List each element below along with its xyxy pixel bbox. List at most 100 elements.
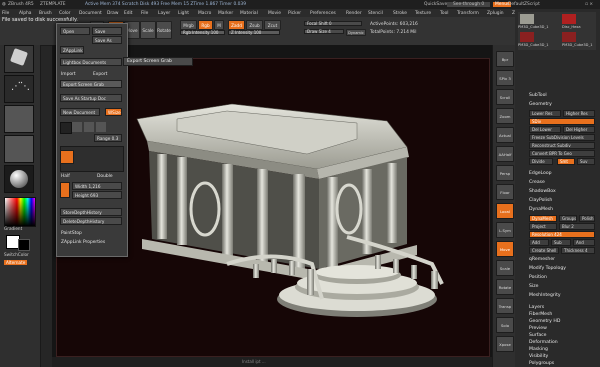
wsize-button[interactable]: WSize <box>105 108 122 116</box>
save-startup-doc-button[interactable]: Save As Startup Doc <box>60 94 122 102</box>
zapplink-button[interactable]: ZAppLink <box>60 46 84 54</box>
mrgb-button[interactable]: Mrgb <box>180 20 197 30</box>
lightbox-documents-button[interactable]: Lightbox Documents <box>60 58 122 66</box>
menu-layer[interactable]: Layer <box>158 11 170 16</box>
zcut-button[interactable]: Zcut <box>264 20 281 30</box>
stroke-thumbnail[interactable]: ⋰⋱ <box>4 75 34 103</box>
geometry-section[interactable]: Geometry <box>529 102 552 107</box>
menu-file[interactable]: File <box>141 11 148 16</box>
export-screen-grab-button[interactable]: Export Screen Grab <box>60 80 122 88</box>
add-button[interactable]: Add <box>529 239 549 246</box>
scale-button[interactable]: Scale <box>140 21 156 39</box>
tray-scroll-button[interactable]: Scroll <box>496 89 514 105</box>
double-button[interactable]: Double <box>97 174 113 179</box>
dynamic-button[interactable]: Dynamic <box>346 29 366 36</box>
convert-bpr-button[interactable]: Convert BPR To Geo <box>529 150 595 157</box>
section-surface[interactable]: Surface <box>529 333 547 338</box>
draw-size-slider[interactable]: Draw Size 4 <box>304 29 344 34</box>
menu-color[interactable]: Color <box>59 11 70 16</box>
alpha-thumbnail[interactable] <box>4 105 34 133</box>
tray-zoom-button[interactable]: Zoom <box>496 108 514 124</box>
range-swatch[interactable] <box>96 122 106 132</box>
section-visibility[interactable]: Visibility <box>529 354 548 359</box>
default-zscript-button[interactable]: DefaultZScript <box>508 2 540 7</box>
menu-draw[interactable]: Draw <box>107 11 118 16</box>
dynamesh-section[interactable]: DynaMesh <box>529 207 553 212</box>
tray-bpr-button[interactable]: Bpr <box>496 51 514 67</box>
tray-solo-button[interactable]: Solo <box>496 317 514 333</box>
blur-slider[interactable]: Blur 2 <box>559 223 595 230</box>
subtool-section[interactable]: SubTool <box>529 93 547 98</box>
section-fibermesh[interactable]: FiberMesh <box>529 312 552 317</box>
alternate-button[interactable]: Alternate <box>4 260 28 265</box>
higher-res-button[interactable]: Higher Res <box>563 110 595 117</box>
open-button[interactable]: Open <box>60 27 90 35</box>
z-intensity-slider[interactable]: Z Intensity 100 <box>228 30 280 35</box>
switch-color-button[interactable]: SwitchColor <box>4 252 29 257</box>
store-depth-history-button[interactable]: StoreDepthHistory <box>60 208 122 216</box>
height-slider[interactable]: Height 693 <box>72 191 122 199</box>
quicksave-button[interactable]: QuickSave <box>424 2 447 7</box>
width-slider[interactable]: Width 1,216 <box>72 182 122 190</box>
menu-movie[interactable]: Movie <box>268 11 281 16</box>
crease-section[interactable]: Crease <box>529 180 545 185</box>
menu-edit[interactable]: Edit <box>124 11 133 16</box>
mesh-integrity-section[interactable]: MeshIntegrity <box>529 293 561 298</box>
section-deformation[interactable]: Deformation <box>529 340 558 345</box>
half-button[interactable]: Half <box>61 174 70 179</box>
rgb-button[interactable]: Rgb <box>198 20 213 30</box>
back-color-swatch[interactable] <box>60 122 72 134</box>
zsub-button[interactable]: Zsub <box>246 20 263 30</box>
menu-document[interactable]: Document <box>79 11 102 16</box>
menu-picker[interactable]: Picker <box>288 11 301 16</box>
groups-button[interactable]: Groups <box>559 215 577 222</box>
export-button[interactable]: Export <box>93 72 107 77</box>
menu-tool[interactable]: Tool <box>440 11 449 16</box>
reconstruct-subdiv-button[interactable]: Reconstruct Subdiv <box>529 142 595 149</box>
section-polygroups[interactable]: Polygroups <box>529 361 554 366</box>
tray-scale-button[interactable]: Scale <box>496 260 514 276</box>
menu-file[interactable]: File <box>2 11 9 16</box>
freeze-subdivision-button[interactable]: Freeze SubDivision Levels <box>529 134 595 141</box>
lower-res-button[interactable]: Lower Res <box>529 110 561 117</box>
tray-local-button[interactable]: Local <box>496 203 514 219</box>
thickness-slider[interactable]: Thickness 4 <box>561 247 595 254</box>
sub-button[interactable]: Sub <box>551 239 571 246</box>
position-section[interactable]: Position <box>529 275 547 280</box>
window-controls-icon[interactable]: ▫ × <box>585 2 593 7</box>
del-higher-button[interactable]: Del Higher <box>563 126 595 133</box>
menu-marker[interactable]: Marker <box>218 11 233 16</box>
subtool-thumb-4[interactable] <box>562 32 576 42</box>
m-button[interactable]: M <box>214 20 224 30</box>
menu-stroke[interactable]: Stroke <box>393 11 407 16</box>
secondary-color-swatch[interactable] <box>18 239 30 251</box>
subtool-thumb-1[interactable] <box>520 14 534 24</box>
subtool-thumb-3[interactable] <box>520 32 534 42</box>
zapplink-properties-button[interactable]: ZAppLink Properties <box>61 240 105 245</box>
menu-texture[interactable]: Texture <box>415 11 431 16</box>
and-button[interactable]: And <box>573 239 595 246</box>
tray-xpose-button[interactable]: Xpose <box>496 336 514 352</box>
size-lock-button[interactable] <box>60 182 70 198</box>
pro-swatch[interactable] <box>84 122 94 132</box>
smt-button[interactable]: Smt <box>557 158 575 165</box>
tray-spix-3-button[interactable]: SPix 3 <box>496 70 514 86</box>
menu-render[interactable]: Render <box>346 11 362 16</box>
qremesher-section[interactable]: qRemesher <box>529 257 555 262</box>
menu-light[interactable]: Light <box>178 11 189 16</box>
gradient-toggle[interactable] <box>60 150 74 164</box>
section-layers[interactable]: Layers <box>529 305 544 310</box>
projection-master-button[interactable] <box>4 45 34 73</box>
divide-button[interactable]: Divide <box>529 158 553 165</box>
new-document-button[interactable]: New Document <box>60 108 100 116</box>
focal-shift-slider[interactable]: Focal Shift 0 <box>304 21 362 26</box>
resolution-slider[interactable]: Resolution 424 <box>529 231 595 238</box>
border-swatch[interactable] <box>72 122 82 132</box>
see-through-slider[interactable]: See-through 0 <box>447 2 491 7</box>
range-slider[interactable]: Range 0.3 <box>94 134 122 142</box>
menu-material[interactable]: Material <box>240 11 258 16</box>
tray-l-sym-button[interactable]: L.Sym <box>496 222 514 238</box>
subtool-thumb-2[interactable] <box>562 14 576 24</box>
delete-depth-history-button[interactable]: DeleteDepthHistory <box>60 217 122 225</box>
tray-persp-button[interactable]: Persp <box>496 165 514 181</box>
